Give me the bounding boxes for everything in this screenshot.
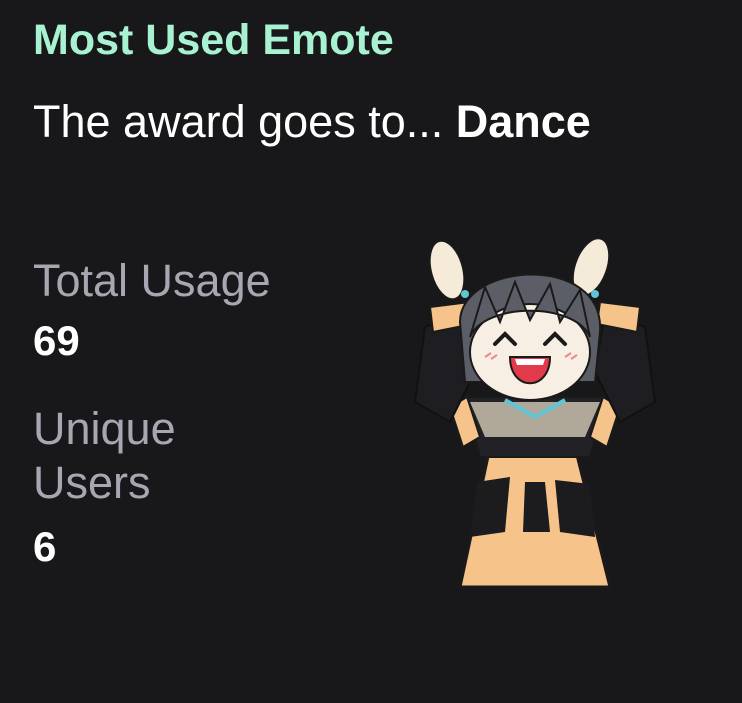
card-title: Most Used Emote (33, 16, 394, 64)
most-used-emote-card: Most Used Emote The award goes to... Dan… (0, 0, 742, 703)
unique-users-value: 6 (33, 523, 57, 570)
total-usage-value: 69 (33, 317, 80, 364)
award-subtitle: The award goes to... Dance (33, 96, 591, 148)
winner-emote-name: Dance (455, 96, 591, 147)
dancing-chibi-emote-icon (413, 237, 657, 589)
award-prefix: The award goes to... (33, 96, 456, 147)
unique-users-label: Unique Users (33, 403, 176, 508)
total-usage-label: Total Usage (33, 255, 271, 306)
